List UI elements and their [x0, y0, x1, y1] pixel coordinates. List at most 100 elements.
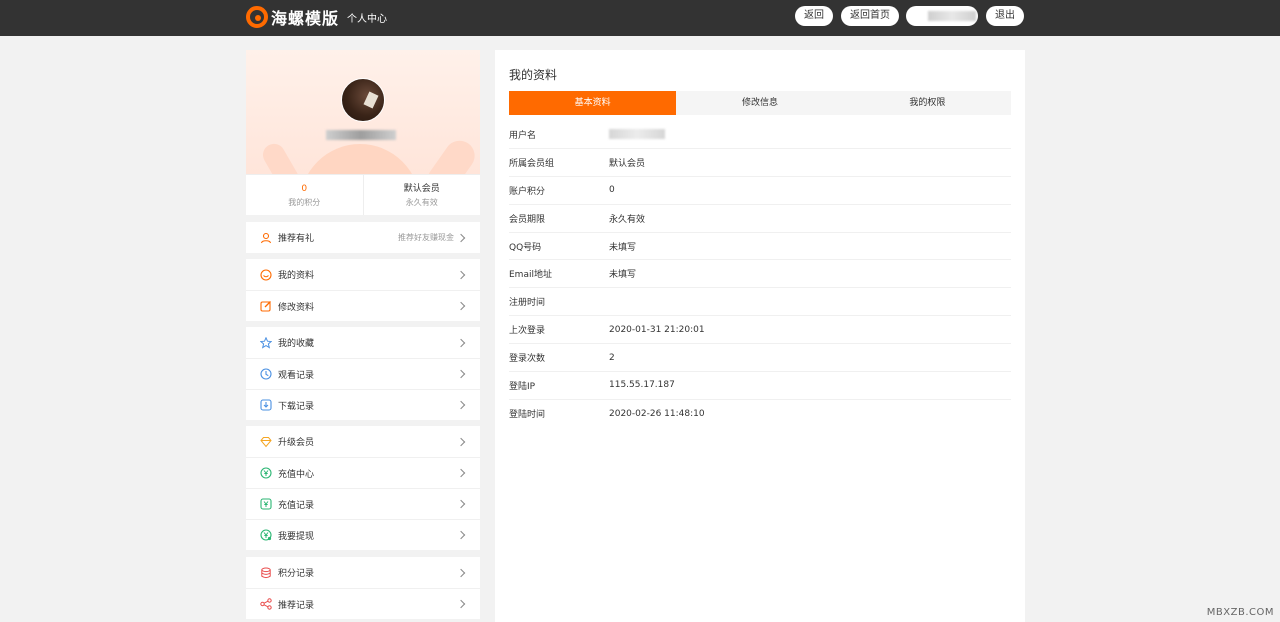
info-row-register-time: 注册时间: [509, 288, 1011, 317]
info-value: 2020-02-26 11:48:10: [609, 408, 705, 419]
menu-item-label: 积分记录: [278, 569, 315, 579]
points-stat[interactable]: 0 我的积分: [246, 175, 363, 215]
tab-basic-info[interactable]: 基本资料: [509, 91, 677, 115]
yen-square-icon: [260, 498, 272, 510]
page-title: 我的资料: [509, 68, 558, 82]
info-key: 登陆IP: [509, 381, 536, 392]
profile-card: 0 我的积分 默认会员 永久有效: [246, 50, 480, 215]
clock-icon: [260, 368, 272, 380]
info-key: 登陆时间: [509, 410, 546, 421]
menu-item-label: 充值中心: [278, 469, 315, 480]
menu-item-label: 我要提现: [278, 531, 315, 542]
info-row-member-group: 所属会员组 默认会员: [509, 149, 1011, 177]
menu-group-records: 我的收藏 观看记录 下载记录: [246, 327, 480, 420]
chevron-right-icon: [456, 301, 466, 311]
redacted-username: [326, 130, 396, 140]
user-icon: [260, 232, 272, 244]
info-row-email: Email地址 未填写: [509, 260, 1011, 289]
site-logo[interactable]: 海螺模版 个人中心: [246, 4, 387, 30]
brand-name: 海螺模版: [271, 9, 340, 28]
info-key: 上次登录: [509, 326, 546, 337]
info-row-login-count: 登录次数 2: [509, 344, 1011, 373]
menu-group-membership: 升级会员 充值中心 充值记录 我要提现: [246, 426, 480, 550]
info-value: 未填写: [609, 270, 637, 281]
info-value: 永久有效: [609, 214, 646, 225]
home-button[interactable]: 返回首页: [841, 6, 899, 26]
avatar[interactable]: [341, 78, 385, 122]
info-key: 登录次数: [509, 354, 546, 365]
menu-item-label: 下载记录: [278, 401, 315, 412]
info-row-last-login: 上次登录 2020-01-31 21:20:01: [509, 316, 1011, 345]
menu-item-watch-history[interactable]: 观看记录: [246, 358, 480, 389]
info-key: 用户名: [509, 130, 537, 141]
info-row-login-time: 登陆时间 2020-02-26 11:48:10: [509, 400, 1011, 428]
redacted-username: [609, 129, 665, 140]
logout-button[interactable]: 退出: [986, 6, 1024, 26]
share-icon: [260, 598, 272, 610]
user-account-button[interactable]: [906, 6, 978, 26]
menu-item-recharge-history[interactable]: 充值记录: [246, 488, 480, 519]
menu-item-referral-history[interactable]: 推荐记录: [246, 588, 480, 619]
back-button[interactable]: 返回: [795, 6, 833, 26]
info-value: 2: [609, 352, 615, 363]
watermark: MBXZB.COM: [1206, 607, 1274, 618]
menu-group-logs: 积分记录 推荐记录: [246, 557, 480, 619]
referral-group: 推荐有礼 推荐好友赚现金: [246, 222, 480, 253]
chevron-right-icon: [456, 499, 466, 509]
menu-item-favorites[interactable]: 我的收藏: [246, 327, 480, 358]
star-icon: [260, 336, 272, 349]
menu-item-label: 推荐有礼: [278, 234, 315, 244]
info-value: 115.55.17.187: [609, 380, 675, 391]
info-key: Email地址: [509, 270, 552, 281]
menu-item-my-profile[interactable]: 我的资料: [246, 259, 480, 290]
menu-item-label: 充值记录: [278, 500, 315, 511]
info-key: 所属会员组: [509, 158, 555, 169]
edit-icon: [260, 300, 272, 312]
chevron-right-icon: [456, 233, 466, 242]
menu-item-label: 我的资料: [278, 271, 315, 281]
tab-my-permissions[interactable]: 我的权限: [844, 91, 1011, 115]
menu-item-edit-profile[interactable]: 修改资料: [246, 290, 480, 321]
member-value: 默认会员: [403, 184, 440, 194]
menu-item-label: 修改资料: [278, 302, 315, 313]
menu-item-download-history[interactable]: 下载记录: [246, 389, 480, 420]
menu-item-points-history[interactable]: 积分记录: [246, 557, 480, 588]
chevron-right-icon: [456, 369, 466, 379]
profile-main-panel: 我的资料 基本资料 修改信息 我的权限 用户名 所属会员组 默认会员 账户积分 …: [495, 50, 1025, 622]
info-row-qq: QQ号码 未填写: [509, 233, 1011, 261]
info-value: 未填写: [609, 242, 637, 253]
smile-icon: [260, 268, 272, 281]
menu-item-recharge[interactable]: 充值中心: [246, 457, 480, 488]
member-stat[interactable]: 默认会员 永久有效: [362, 175, 481, 215]
points-label: 我的积分: [288, 198, 321, 207]
chevron-right-icon: [456, 437, 466, 446]
menu-item-withdraw[interactable]: 我要提现: [246, 519, 480, 550]
chevron-right-icon: [456, 530, 466, 540]
member-label: 永久有效: [405, 198, 438, 207]
diamond-icon: [260, 436, 272, 448]
menu-item-upgrade[interactable]: 升级会员: [246, 426, 480, 457]
profile-banner: [246, 50, 480, 174]
info-row-membership-term: 会员期限 永久有效: [509, 205, 1011, 233]
info-value: 2020-01-31 21:20:01: [609, 324, 705, 335]
chevron-right-icon: [456, 599, 466, 609]
download-icon: [260, 399, 272, 411]
menu-group-profile: 我的资料 修改资料: [246, 259, 480, 321]
info-key: 会员期限: [509, 214, 546, 225]
profile-tabs: 基本资料 修改信息 我的权限: [509, 91, 1011, 115]
yen-circle-icon: [260, 467, 272, 479]
referral-hint: 推荐好友赚现金: [398, 233, 454, 242]
page-subtitle: 个人中心: [347, 13, 388, 25]
menu-item-referral[interactable]: 推荐有礼 推荐好友赚现金: [246, 222, 480, 253]
chevron-right-icon: [456, 400, 466, 410]
profile-stats: 0 我的积分 默认会员 永久有效: [246, 174, 480, 215]
withdraw-icon: [260, 529, 272, 541]
info-key: QQ号码: [509, 242, 542, 253]
top-bar: 海螺模版 个人中心 返回 返回首页 退出: [0, 0, 1280, 36]
info-key: 注册时间: [509, 298, 546, 309]
info-key: 账户积分: [509, 186, 546, 197]
points-value: 0: [301, 184, 308, 194]
chevron-right-icon: [456, 270, 466, 279]
tab-edit-info[interactable]: 修改信息: [676, 91, 843, 115]
info-value: 0: [609, 185, 615, 196]
